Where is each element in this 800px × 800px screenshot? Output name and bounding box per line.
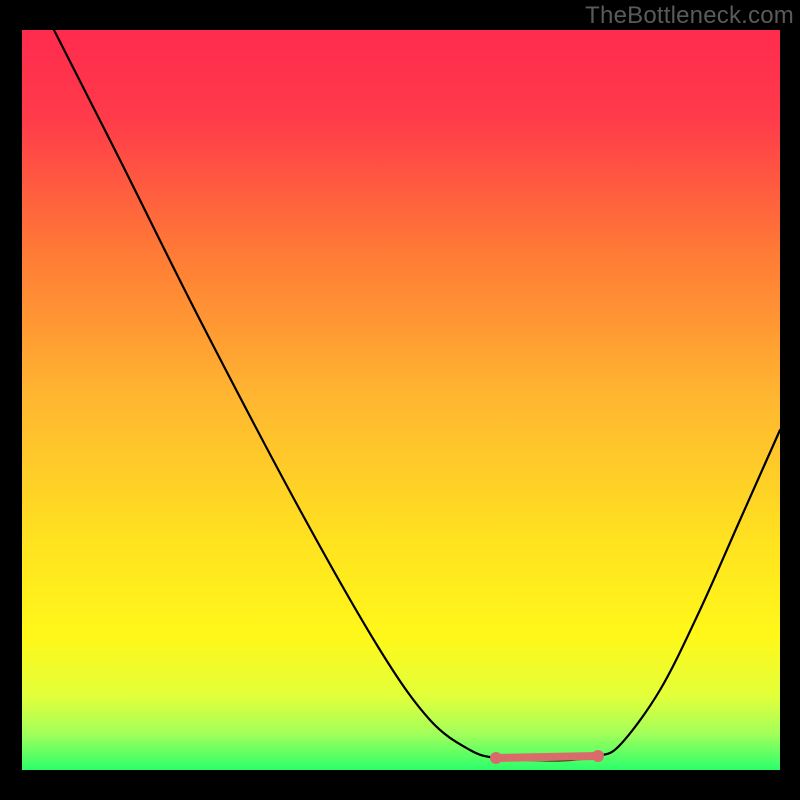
watermark-text: TheBottleneck.com: [585, 2, 794, 30]
bottleneck-chart: [0, 0, 800, 800]
chart-container: TheBottleneck.com: [0, 0, 800, 800]
plot-area: [22, 30, 780, 770]
